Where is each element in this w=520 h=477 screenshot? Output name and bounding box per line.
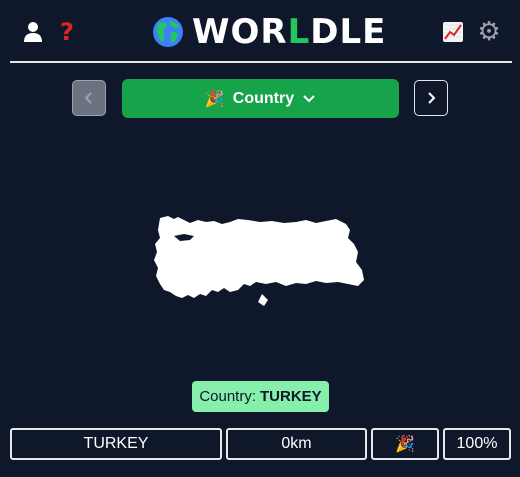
guess-distance: 0km — [281, 435, 312, 452]
stats-icon[interactable] — [440, 18, 466, 46]
mode-select-button[interactable]: 🎉 Country — [122, 79, 399, 118]
mode-label: Country — [232, 89, 295, 107]
globe-icon — [153, 17, 183, 47]
title-suffix: DLE — [310, 12, 387, 52]
guess-proximity: 100% — [456, 435, 498, 452]
guess-name: TURKEY — [83, 435, 149, 452]
guess-proximity-cell: 100% — [443, 428, 511, 460]
user-icon[interactable] — [20, 18, 46, 46]
help-icon[interactable]: ? — [54, 18, 80, 46]
country-silhouette — [154, 216, 364, 306]
answer-value: TURKEY — [260, 388, 322, 405]
header: ? WORLDLE ⚙ — [10, 0, 512, 63]
app-title: WORLDLE — [152, 12, 386, 52]
answer-label: Country: — [199, 388, 257, 405]
title-accent: L — [287, 12, 311, 52]
help-glyph: ? — [60, 18, 74, 46]
prev-button[interactable] — [72, 80, 106, 116]
chevron-right-icon — [428, 92, 436, 104]
guess-direction-cell: 🎉 — [371, 428, 439, 460]
title-text: WORLDLE — [192, 12, 386, 52]
chevron-down-icon — [303, 94, 315, 102]
guess-name-cell: TURKEY — [10, 428, 222, 460]
next-button[interactable] — [414, 80, 448, 116]
gear-glyph: ⚙ — [477, 17, 501, 47]
chevron-left-icon — [84, 92, 92, 104]
guess-distance-cell: 0km — [226, 428, 367, 460]
party-popper-icon: 🎉 — [204, 90, 225, 108]
title-prefix: WOR — [192, 12, 288, 52]
answer-badge: Country: TURKEY — [192, 381, 329, 412]
party-popper-icon: 🎉 — [395, 436, 415, 453]
gear-icon[interactable]: ⚙ — [476, 17, 502, 47]
